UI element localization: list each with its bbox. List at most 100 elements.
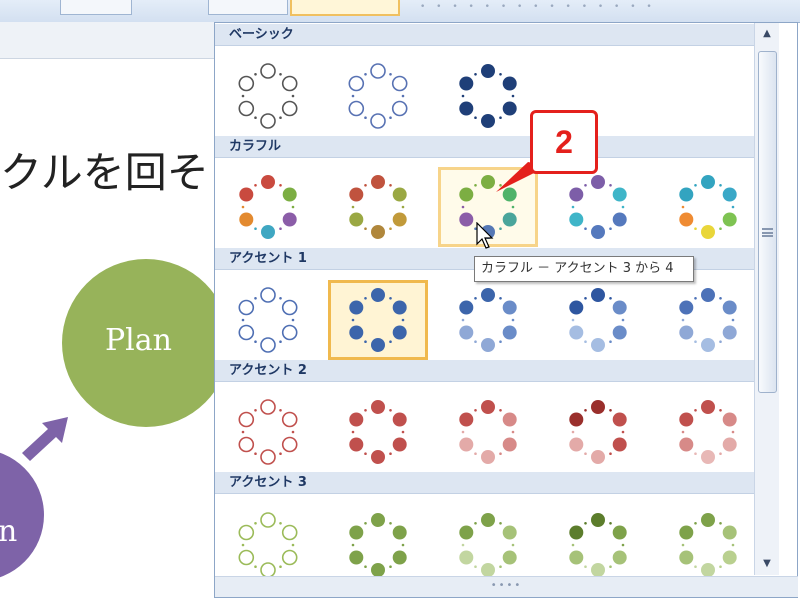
cycle-node xyxy=(281,411,298,428)
cycle-node xyxy=(722,550,737,565)
cycle-node xyxy=(502,550,517,565)
connector-dot xyxy=(681,205,685,209)
style-thumb-basic-2[interactable] xyxy=(328,56,428,136)
gallery-scrollbar[interactable]: ▲ ▼ xyxy=(754,23,779,575)
connector-dot xyxy=(291,94,295,98)
connector-dot xyxy=(389,340,392,343)
connector-dot xyxy=(621,318,625,322)
gallery-resize-grip[interactable]: •••• xyxy=(215,576,798,597)
scroll-down-icon[interactable]: ▼ xyxy=(755,555,779,573)
cycle-node xyxy=(281,100,298,117)
ribbon-dropdown-button[interactable] xyxy=(208,0,288,15)
style-thumb-accent3-1[interactable] xyxy=(218,505,318,585)
connector-dot xyxy=(279,227,282,230)
connector-dot xyxy=(461,318,465,322)
connector-dot xyxy=(351,543,355,547)
connector-dot xyxy=(511,94,515,98)
style-thumb-basic-3[interactable] xyxy=(438,56,538,136)
cycle-node xyxy=(391,100,408,117)
connector-dot xyxy=(351,318,355,322)
connector-dot xyxy=(364,116,367,119)
cycle-node xyxy=(261,225,275,239)
cycle-node xyxy=(281,299,298,316)
connector-dot xyxy=(461,430,465,434)
connector-dot xyxy=(511,318,515,322)
connector-dot xyxy=(364,73,367,76)
section-header-basic: ベーシック xyxy=(215,24,755,46)
cycle-node xyxy=(238,549,255,566)
cycle-node xyxy=(722,525,737,540)
connector-dot xyxy=(254,340,257,343)
style-thumb-accent2-2[interactable] xyxy=(328,392,428,472)
style-thumb-accent2-4[interactable] xyxy=(548,392,648,472)
connector-dot xyxy=(389,116,392,119)
connector-dot xyxy=(401,205,405,209)
connector-dot xyxy=(241,430,245,434)
connector-dot xyxy=(241,205,245,209)
connector-dot xyxy=(241,543,245,547)
ribbon-style-preview[interactable] xyxy=(290,0,400,16)
connector-dot xyxy=(389,452,392,455)
connector-dot xyxy=(584,184,587,187)
style-thumb-colorful-4[interactable] xyxy=(548,167,648,247)
cycle-node xyxy=(481,338,495,352)
connector-dot xyxy=(609,409,612,412)
cycle-diagram-icon xyxy=(679,513,737,577)
connector-dot xyxy=(694,522,697,525)
connector-dot xyxy=(719,522,722,525)
cycle-node xyxy=(459,300,474,315)
style-thumb-accent2-5[interactable] xyxy=(658,392,758,472)
connector-dot xyxy=(584,297,587,300)
connector-dot xyxy=(254,227,257,230)
connector-dot xyxy=(279,452,282,455)
connector-dot xyxy=(389,522,392,525)
scroll-up-icon[interactable]: ▲ xyxy=(755,25,779,43)
style-thumb-colorful-2[interactable] xyxy=(328,167,428,247)
ribbon-control[interactable] xyxy=(60,0,132,15)
cycle-diagram-icon xyxy=(569,400,627,464)
connector-dot xyxy=(609,340,612,343)
style-thumb-accent1-5[interactable] xyxy=(658,280,758,360)
style-thumb-accent1-4[interactable] xyxy=(548,280,648,360)
cycle-node xyxy=(459,412,474,427)
style-thumb-accent1-3[interactable] xyxy=(438,280,538,360)
connector-dot xyxy=(401,94,405,98)
cycle-diagram-icon xyxy=(679,400,737,464)
style-thumb-accent3-3[interactable] xyxy=(438,505,538,585)
cycle-node xyxy=(371,563,385,577)
style-thumb-colorful-1[interactable] xyxy=(218,167,318,247)
section-header-accent2: アクセント 2 xyxy=(215,360,755,382)
cycle-node xyxy=(260,399,276,415)
cycle-node xyxy=(722,412,737,427)
connector-dot xyxy=(681,543,685,547)
connector-dot xyxy=(499,565,502,568)
style-thumb-accent2-3[interactable] xyxy=(438,392,538,472)
connector-dot xyxy=(511,205,515,209)
cycle-node xyxy=(349,212,364,227)
cycle-node xyxy=(502,212,517,227)
connector-dot xyxy=(571,318,575,322)
cycle-node xyxy=(459,437,474,452)
style-thumb-accent1-1[interactable] xyxy=(218,280,318,360)
cycle-node xyxy=(392,212,407,227)
connector-dot xyxy=(254,73,257,76)
cycle-node xyxy=(502,101,517,116)
style-thumb-accent3-5[interactable] xyxy=(658,505,758,585)
cycle-node xyxy=(281,324,298,341)
style-thumb-accent2-1[interactable] xyxy=(218,392,318,472)
cycle-node xyxy=(282,187,297,202)
style-thumb-colorful-5[interactable] xyxy=(658,167,758,247)
cycle-node xyxy=(679,550,694,565)
style-thumb-accent3-4[interactable] xyxy=(548,505,648,585)
style-thumb-accent1-2[interactable] xyxy=(328,280,428,360)
style-thumb-basic-1[interactable] xyxy=(218,56,318,136)
scrollbar-thumb[interactable] xyxy=(758,51,777,393)
style-thumb-accent3-2[interactable] xyxy=(328,505,428,585)
connector-dot xyxy=(279,409,282,412)
cycle-diagram-icon xyxy=(459,400,517,464)
cycle-node xyxy=(722,187,737,202)
cycle-node xyxy=(481,450,495,464)
cycle-node xyxy=(722,212,737,227)
cycle-node xyxy=(281,524,298,541)
ribbon-more-styles: • • • • • • • • • • • • • • • xyxy=(420,2,656,12)
